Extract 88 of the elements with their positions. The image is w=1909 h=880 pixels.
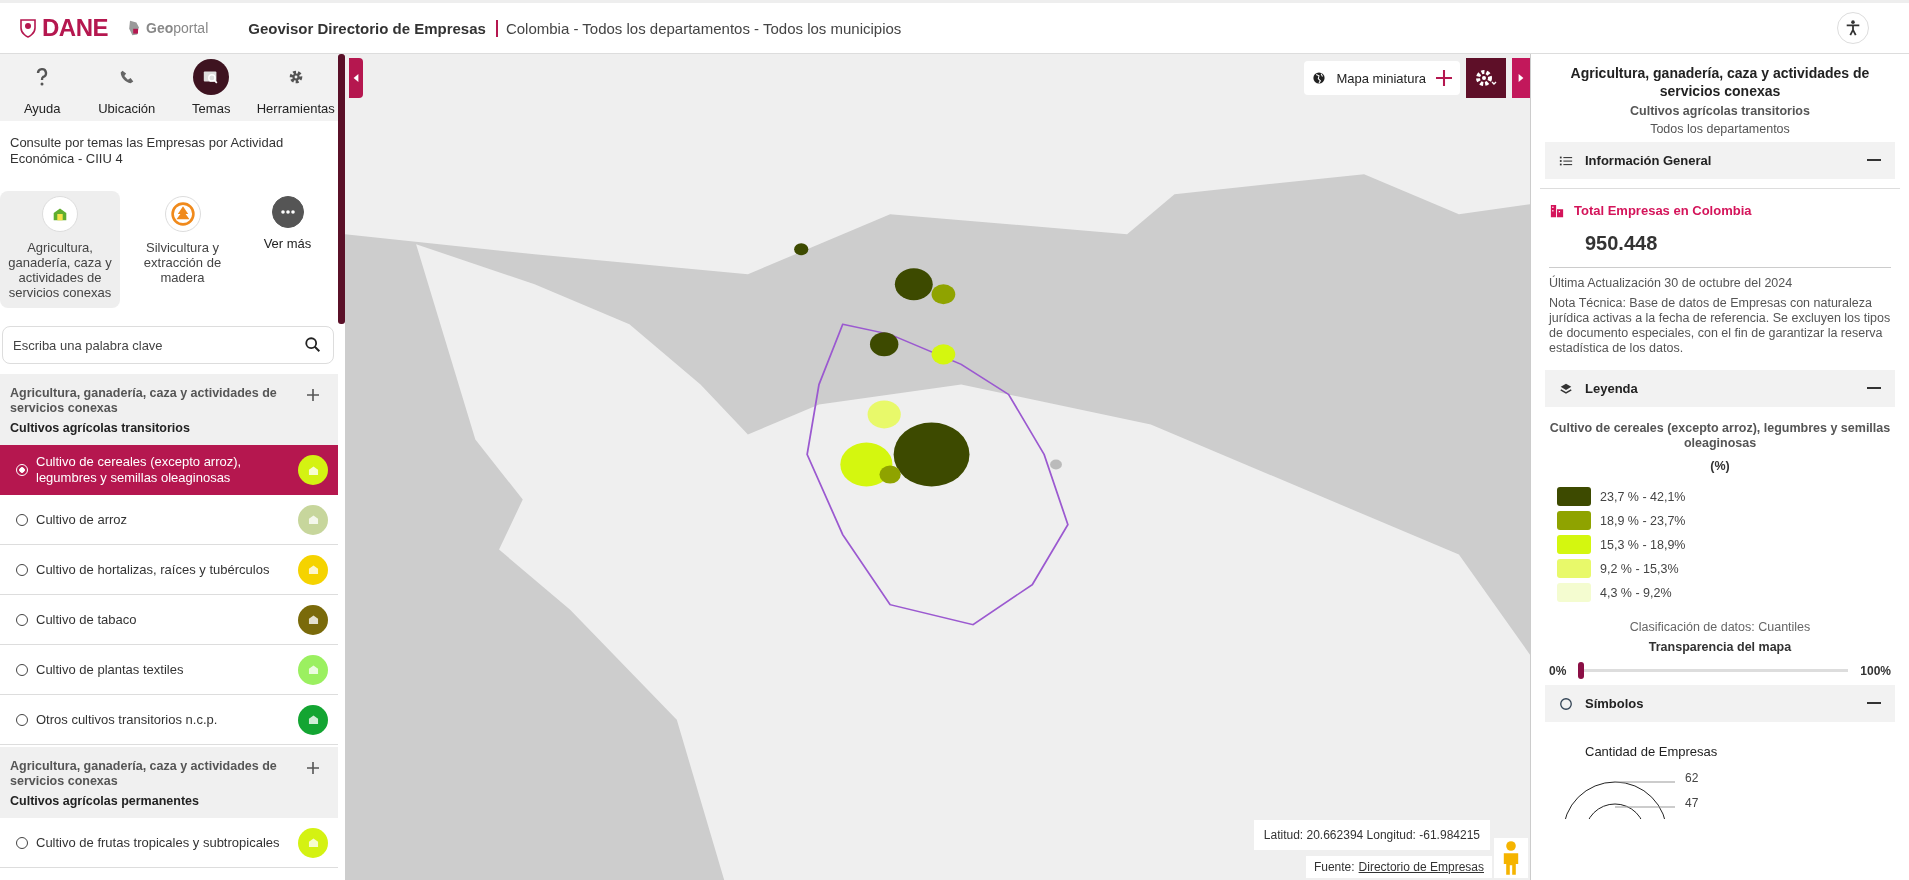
map-view[interactable]: Mapa miniatura Latitud: 20.662394 Longitud: -61.984215 Fuente: Directorio de Empresas xyxy=(345,54,1530,880)
group-title: Cultivos agrícolas transitorios xyxy=(10,421,191,435)
farm-icon xyxy=(306,836,320,849)
total-value: 950.448 xyxy=(1585,232,1659,255)
source-label: Fuente: xyxy=(1313,860,1355,874)
slider-min-label: 0% xyxy=(1549,663,1567,678)
transparency-label: Transparencia del mapa xyxy=(1647,640,1793,654)
expand-plus-icon[interactable] xyxy=(306,761,320,775)
legend-label: 9,2 % - 15,3% xyxy=(1600,561,1679,576)
panel-title: Agricultura, ganadería, caza y actividades de servicios conexas xyxy=(1569,64,1871,100)
circle-icon xyxy=(1559,696,1573,711)
toolbar-tab[interactable]: Ayuda xyxy=(0,54,85,121)
crest-icon xyxy=(18,17,38,39)
toolbar-tab[interactable]: Temas xyxy=(169,54,254,121)
total-label: Total Empresas en Colombia xyxy=(1574,203,1752,218)
section-title: Información General xyxy=(1585,153,1713,168)
company-bubble[interactable] xyxy=(879,465,901,484)
technical-note: Nota Técnica: Base de datos de Empresas con naturaleza jurídica activas a la fecha de referencia. Se excluyen los tipos de documento especiales, con el fin de garantizar la reserva estadística de los datos. xyxy=(1549,296,1891,356)
slider-max-label: 100% xyxy=(1860,663,1891,678)
category-label: Cultivo de tabaco xyxy=(36,611,138,628)
plus-icon[interactable] xyxy=(1436,70,1452,86)
farm-icon xyxy=(306,613,320,626)
group-sector: Agricultura, ganadería, caza y actividades de servicios conexas xyxy=(10,759,278,789)
legend-label: 18,9 % - 23,7% xyxy=(1600,513,1686,528)
toolbar-tab[interactable]: Herramientas xyxy=(253,54,338,121)
farm-icon xyxy=(306,663,320,676)
expand-plus-icon[interactable] xyxy=(306,388,320,402)
section-title: Leyenda xyxy=(1585,381,1639,396)
classification-text: Clasificación de datos: Cuantiles xyxy=(1628,620,1812,634)
collapse-panel-button[interactable] xyxy=(349,58,363,98)
accessibility-button[interactable] xyxy=(1837,12,1869,44)
app-title: Geovisor Directorio de Empresas xyxy=(248,19,498,37)
intro-text: Consulte por temas las Empresas por Actividad Económica - CIIU 4 xyxy=(10,135,285,167)
legend-unit: (%) xyxy=(1709,459,1731,473)
category-label: Cultivo de cereales (excepto arroz), legumbres y semillas oleaginosas xyxy=(36,454,243,486)
company-bubble[interactable] xyxy=(869,332,899,357)
search-icon[interactable] xyxy=(304,336,322,354)
update-date: Última Actualización 30 de octubre del 2024 xyxy=(1549,276,1794,290)
source-link[interactable]: Directorio de Empresas xyxy=(1358,860,1484,874)
section-header[interactable]: Información General xyxy=(1545,142,1895,179)
category-label: Otros cultivos transitorios n.c.p. xyxy=(36,711,219,728)
section-title: Símbolos xyxy=(1585,696,1645,711)
section-header[interactable]: Símbolos xyxy=(1545,685,1895,722)
toolbar-tab[interactable]: Ubicación xyxy=(84,54,169,121)
group-sector: Agricultura, ganadería, caza y actividades de servicios conexas xyxy=(10,386,278,416)
farm-icon xyxy=(306,713,320,726)
theme-card[interactable]: Silvicultura y extracción de madera xyxy=(120,191,245,308)
slider-thumb[interactable] xyxy=(1578,662,1585,679)
category-label: Cultivo de arroz xyxy=(36,511,129,528)
map-outline-icon xyxy=(126,18,142,38)
symbol-value: 62 xyxy=(1685,771,1699,785)
panel-subtitle: Cultivos agrícolas transitorios xyxy=(1629,104,1811,118)
company-bubble[interactable] xyxy=(794,243,809,256)
location-breadcrumb: Colombia - Todos los departamentos - Todos los municipios xyxy=(505,19,902,37)
legend-label: 23,7 % - 42,1% xyxy=(1600,489,1686,504)
category-item[interactable]: Cultivo de cereales (excepto arroz), legumbres y semillas oleaginosas xyxy=(0,445,338,495)
minimap-button[interactable]: Mapa miniatura xyxy=(1304,61,1460,95)
symbol-value: 47 xyxy=(1685,796,1699,810)
category-label: Cultivo de hortalizas, raíces y tubérculos xyxy=(36,561,271,578)
panel-scope: Todos los departamentos xyxy=(1649,122,1791,136)
layers-icon xyxy=(1559,381,1573,396)
legend-label: 4,3 % - 9,2% xyxy=(1600,585,1672,600)
section-header[interactable]: Leyenda xyxy=(1545,370,1895,407)
farm-icon xyxy=(306,563,320,576)
company-bubble[interactable] xyxy=(893,422,970,487)
theme-card[interactable]: Ver más xyxy=(245,191,330,308)
geoportal-logo-text: Geoportal xyxy=(146,20,209,36)
settings-button[interactable] xyxy=(1466,58,1506,98)
symbols-title: Cantidad de Empresas xyxy=(1585,744,1719,759)
theme-card[interactable]: Agricultura, ganadería, caza y actividades de servicios conexas xyxy=(0,191,120,308)
coordinates-readout: Latitud: 20.662394 Longitud: -61.984215 xyxy=(1253,820,1490,850)
legend-label: 15,3 % - 18,9% xyxy=(1600,537,1686,552)
company-bubble[interactable] xyxy=(894,268,933,301)
settings-icon[interactable] xyxy=(1474,68,1498,88)
building-icon xyxy=(1550,203,1564,218)
caret-left-icon[interactable] xyxy=(352,73,360,83)
globe-icon[interactable] xyxy=(1312,71,1327,85)
search-field[interactable]: Escriba una palabra clave xyxy=(2,326,334,364)
accessibility-icon[interactable] xyxy=(1844,19,1862,37)
category-label: Cultivo de frutas tropicales y subtropicales xyxy=(36,834,281,851)
dane-logo-text: DANE xyxy=(42,14,108,42)
group-title: Cultivos agrícolas permanentes xyxy=(10,794,200,808)
farm-icon xyxy=(306,513,320,526)
category-label: Cultivo de plantas textiles xyxy=(36,661,185,678)
collapse-panel-button[interactable] xyxy=(1512,58,1530,98)
legend-title: Cultivo de cereales (excepto arroz), legumbres y semillas oleaginosas xyxy=(1548,421,1892,451)
caret-right-icon[interactable] xyxy=(1517,73,1525,83)
scrollbar-thumb[interactable] xyxy=(338,54,345,324)
